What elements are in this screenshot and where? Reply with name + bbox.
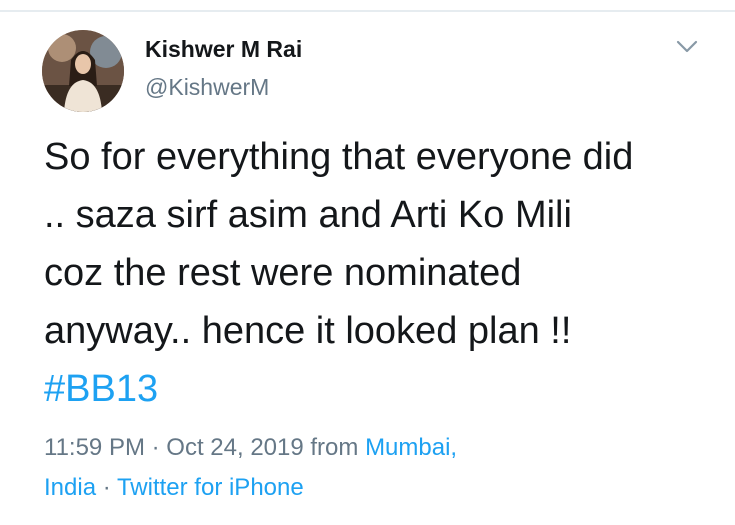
tweet-text-line: coz the rest were nominated — [44, 252, 522, 294]
tweet-date[interactable]: Oct 24, 2019 — [166, 434, 303, 461]
author-handle[interactable]: @KishwerM — [145, 74, 269, 101]
tweet-text-line: So for everything that everyone did — [44, 136, 634, 178]
source-link[interactable]: Twitter for iPhone — [117, 474, 304, 501]
tweet-meta-line-2: India · Twitter for iPhone — [44, 468, 714, 508]
from-label: from — [303, 434, 366, 461]
meta-separator: · — [96, 474, 117, 501]
chevron-down-icon[interactable] — [675, 38, 699, 56]
tweet-meta: 11:59 PM · Oct 24, 2019 from Mumbai, Ind… — [44, 428, 714, 508]
tweet-time[interactable]: 11:59 PM — [44, 434, 145, 461]
meta-separator: · — [144, 434, 167, 461]
location-link[interactable]: Mumbai, — [365, 434, 457, 461]
hashtag-link[interactable]: #BB13 — [44, 360, 714, 418]
divider — [0, 10, 735, 12]
tweet-text-line: .. saza sirf asim and Arti Ko Mili — [44, 194, 572, 236]
tweet-text-line: anyway.. hence it looked plan !! — [44, 310, 572, 352]
location-link-continued[interactable]: India — [44, 474, 96, 501]
avatar[interactable] — [42, 30, 124, 112]
tweet-card: Kishwer M Rai @KishwerM So for everythin… — [0, 0, 735, 525]
tweet-meta-line-1: 11:59 PM · Oct 24, 2019 from Mumbai, — [44, 428, 714, 468]
author-name[interactable]: Kishwer M Rai — [145, 36, 302, 63]
tweet-text: So for everything that everyone did .. s… — [44, 128, 714, 418]
